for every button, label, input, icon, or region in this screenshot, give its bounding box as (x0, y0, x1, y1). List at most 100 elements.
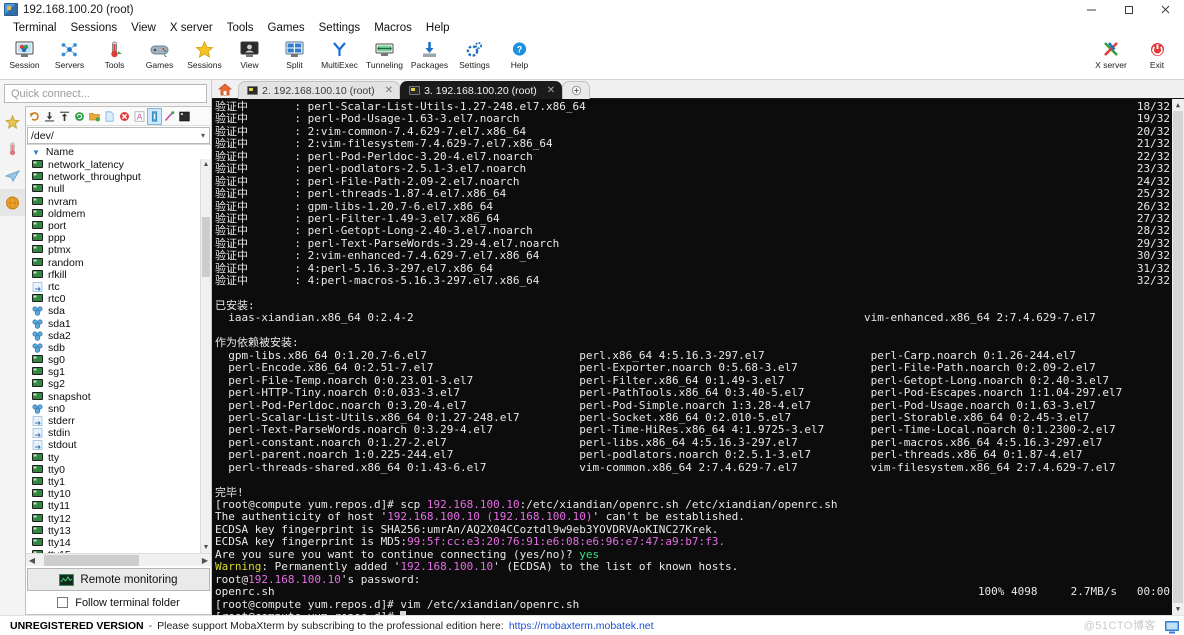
remote-monitoring-button[interactable]: Remote monitoring (27, 568, 210, 591)
file-list-item[interactable]: rfkill (26, 269, 200, 281)
menu-item-sessions[interactable]: Sessions (63, 19, 124, 37)
toolbar-button-settings[interactable]: Settings (452, 37, 497, 70)
file-list-item[interactable]: nvram (26, 196, 200, 208)
new-tab-button[interactable] (562, 81, 591, 99)
file-list-item[interactable]: sdb (26, 342, 200, 354)
scroll-down-icon[interactable]: ▼ (201, 542, 211, 553)
toolbar-button-packages[interactable]: Packages (407, 37, 452, 70)
toolbar-button-split[interactable]: Split (272, 37, 317, 70)
new-file-icon[interactable] (103, 109, 116, 124)
toolbar-button-xserver[interactable]: X server (1088, 37, 1134, 70)
file-list-item[interactable]: tty (26, 452, 200, 464)
file-list-item[interactable]: rtc0 (26, 293, 200, 305)
menu-item-settings[interactable]: Settings (312, 19, 368, 37)
file-list-item[interactable]: sda2 (26, 330, 200, 342)
file-list-item[interactable]: tty10 (26, 488, 200, 500)
file-list-item[interactable]: stderr (26, 415, 200, 427)
terminal-scroll-thumb[interactable] (1173, 111, 1183, 603)
file-list-item[interactable]: tty11 (26, 500, 200, 512)
home-tab-button[interactable] (212, 80, 238, 99)
terminal-scroll-down-icon[interactable]: ▼ (1172, 603, 1184, 615)
new-folder-icon[interactable] (88, 109, 101, 124)
terminal-tab-2[interactable]: 3. 192.168.100.20 (root) ✕ (400, 81, 563, 99)
file-list-item[interactable]: sg2 (26, 378, 200, 390)
toolbar-button-tunneling[interactable]: Tunneling (362, 37, 407, 70)
file-list-item[interactable]: tty1 (26, 476, 200, 488)
terminal-scroll-up-icon[interactable]: ▲ (1172, 99, 1184, 111)
terminal-output[interactable]: 验证中 : perl-Scalar-List-Utils-1.27-248.el… (212, 99, 1184, 615)
info-icon[interactable] (147, 107, 162, 125)
scroll-thumb[interactable] (202, 217, 210, 277)
sync-icon[interactable] (73, 109, 86, 124)
quick-connect-input[interactable]: Quick connect... (4, 84, 207, 103)
menu-item-view[interactable]: View (124, 19, 163, 37)
file-list-horizontal-scrollbar[interactable]: ◀ ▶ (26, 553, 211, 566)
permissions-icon[interactable] (163, 109, 176, 124)
hscroll-thumb[interactable] (44, 554, 139, 566)
file-list-item[interactable]: network_throughput (26, 171, 200, 183)
follow-terminal-folder-row[interactable]: Follow terminal folder (26, 591, 211, 614)
side-tab-sessions[interactable] (0, 108, 25, 135)
toolbar-button-session[interactable]: Session (2, 37, 47, 70)
sftp-path-input[interactable]: /dev/ ▾ (27, 127, 210, 144)
file-list-item[interactable]: sg1 (26, 366, 200, 378)
follow-terminal-folder-checkbox[interactable] (57, 597, 69, 608)
toolbar-button-tools[interactable]: Tools (92, 37, 137, 70)
toolbar-button-exit[interactable]: Exit (1134, 37, 1180, 70)
hscroll-left-icon[interactable]: ◀ (26, 556, 38, 565)
file-list-item[interactable]: sda (26, 305, 200, 317)
file-list-item[interactable]: rtc (26, 281, 200, 293)
terminal-tab-1-close-icon[interactable]: ✕ (385, 85, 393, 96)
menu-item-help[interactable]: Help (419, 19, 457, 37)
hscroll-track[interactable] (38, 554, 199, 566)
refresh-icon[interactable] (28, 109, 41, 124)
file-list-item[interactable]: sg0 (26, 354, 200, 366)
toolbar-button-games[interactable]: Games (137, 37, 182, 70)
menu-item-terminal[interactable]: Terminal (6, 19, 63, 37)
minimize-icon[interactable] (1073, 0, 1110, 19)
download-icon[interactable] (43, 109, 56, 124)
file-list-item[interactable]: tty13 (26, 525, 200, 537)
toolbar-button-view[interactable]: View (227, 37, 272, 70)
mobaxterm-link[interactable]: https://mobaxterm.mobatek.net (509, 620, 654, 632)
file-list-item[interactable]: ppp (26, 232, 200, 244)
terminal-tab-1[interactable]: 2. 192.168.100.10 (root) ✕ (238, 81, 401, 99)
menu-item-xserver[interactable]: X server (163, 19, 220, 37)
toolbar-button-servers[interactable]: Servers (47, 37, 92, 70)
file-list-item[interactable]: tty12 (26, 512, 200, 525)
menu-item-macros[interactable]: Macros (367, 19, 419, 37)
toolbar-button-multiexec[interactable]: MultiExec (317, 37, 362, 70)
file-list-item[interactable]: port (26, 220, 200, 232)
file-list-vertical-scrollbar[interactable]: ▲ ▼ (200, 159, 211, 553)
file-list-header[interactable]: ▼ Name (26, 145, 211, 159)
side-tab-macros[interactable] (0, 162, 25, 189)
terminal-tab-2-close-icon[interactable]: ✕ (547, 85, 555, 96)
terminal-scrollbar[interactable]: ▲ ▼ (1172, 99, 1184, 615)
file-list-item[interactable]: tty0 (26, 464, 200, 476)
text-view-icon[interactable]: A (133, 109, 146, 124)
terminal-icon[interactable] (178, 109, 191, 124)
side-tab-sftp[interactable] (0, 189, 25, 216)
file-list-item[interactable]: sn0 (26, 403, 200, 415)
scroll-up-icon[interactable]: ▲ (201, 159, 211, 170)
file-list-item[interactable]: tty14 (26, 537, 200, 549)
file-list-item[interactable]: network_latency (26, 159, 200, 171)
file-list-item[interactable]: tty15 (26, 549, 200, 553)
delete-icon[interactable] (118, 109, 131, 124)
toolbar-button-sessions[interactable]: Sessions (182, 37, 227, 70)
file-list-item[interactable]: ptmx (26, 244, 200, 256)
side-tab-tools[interactable] (0, 135, 25, 162)
file-list-item[interactable]: snapshot (26, 391, 200, 403)
file-list-item[interactable]: oldmem (26, 208, 200, 220)
file-list-item[interactable]: sda1 (26, 317, 200, 330)
maximize-icon[interactable] (1110, 0, 1147, 19)
menu-item-tools[interactable]: Tools (220, 19, 261, 37)
close-icon[interactable] (1147, 0, 1184, 19)
hscroll-right-icon[interactable]: ▶ (199, 556, 211, 565)
file-list-item[interactable]: random (26, 257, 200, 269)
toolbar-button-help[interactable]: ? Help (497, 37, 542, 70)
file-list-item[interactable]: stdin (26, 427, 200, 439)
file-list-item[interactable]: null (26, 183, 200, 195)
chevron-down-icon[interactable]: ▾ (201, 131, 205, 140)
upload-icon[interactable] (58, 109, 71, 124)
